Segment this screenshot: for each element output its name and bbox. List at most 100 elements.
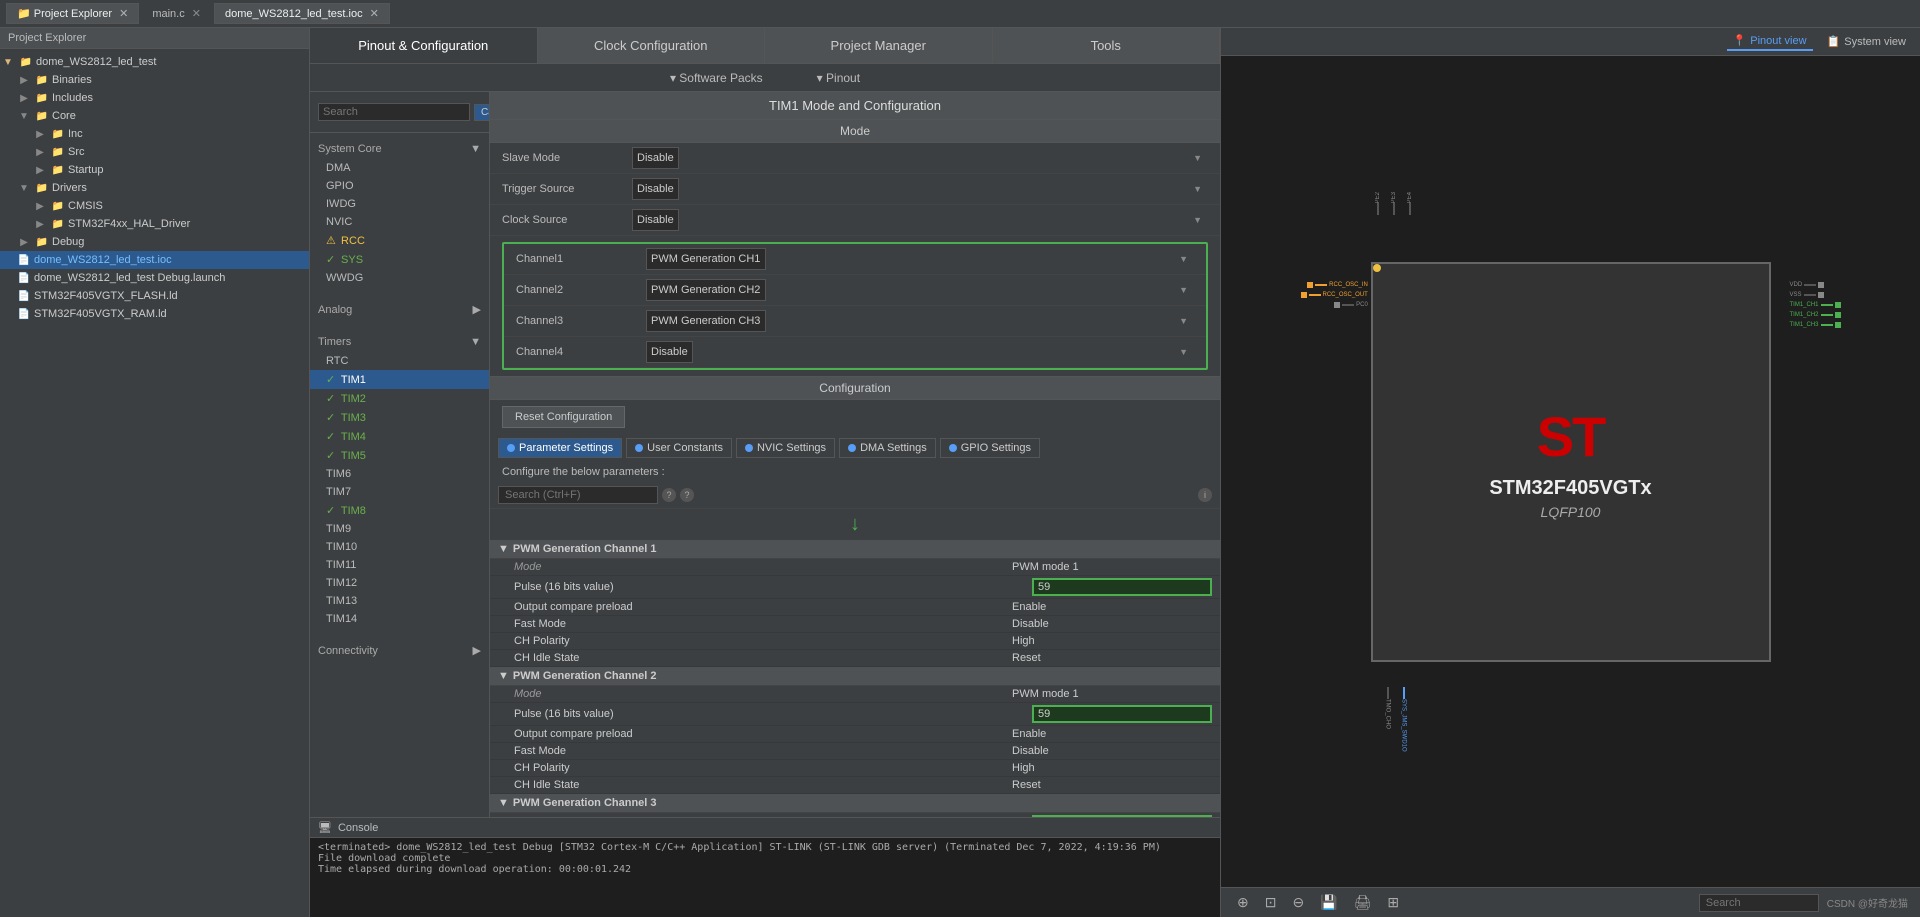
reset-configuration-button[interactable]: Reset Configuration <box>502 406 625 428</box>
channel2-select[interactable]: PWM Generation CH2 <box>646 279 766 301</box>
param-group-ch1-header[interactable]: ▼ PWM Generation Channel 1 <box>490 540 1220 559</box>
channel3-select-wrapper: PWM Generation CH3 <box>646 310 1194 332</box>
right-panel-tabs: 📍 Pinout view 📋 System view <box>1221 28 1920 56</box>
cat-item-gpio[interactable]: GPIO <box>310 177 489 195</box>
tree-item-src[interactable]: ▶ 📁 Src <box>0 143 309 161</box>
cat-item-tim4[interactable]: ✓ TIM4 <box>310 427 489 446</box>
tree-item-cmsis[interactable]: ▶ 📁 CMSIS <box>0 197 309 215</box>
cat-item-tim14[interactable]: TIM14 <box>310 610 489 628</box>
search-toolbar-input[interactable] <box>1699 894 1819 912</box>
cat-item-iwdg[interactable]: IWDG <box>310 195 489 213</box>
cat-item-tim6[interactable]: TIM6 <box>310 465 489 483</box>
configuration-header: Configuration <box>490 377 1220 400</box>
tab-dma-settings[interactable]: DMA Settings <box>839 438 936 458</box>
tree-item-inc[interactable]: ▶ 📁 Inc <box>0 125 309 143</box>
cat-item-tim8[interactable]: ✓ TIM8 <box>310 501 489 520</box>
sub-tab-software-packs[interactable]: ▾ Software Packs <box>658 67 775 89</box>
tree-item-includes[interactable]: ▶ 📁 Includes <box>0 89 309 107</box>
tree-item-core[interactable]: ▼ 📁 Core <box>0 107 309 125</box>
cat-item-tim10[interactable]: TIM10 <box>310 538 489 556</box>
param-help-icon[interactable]: i <box>1198 488 1212 502</box>
clock-source-select[interactable]: Disable <box>632 209 679 231</box>
tree-item-debug[interactable]: ▶ 📁 Debug <box>0 233 309 251</box>
slave-mode-select[interactable]: Disable <box>632 147 679 169</box>
cat-item-tim5[interactable]: ✓ TIM5 <box>310 446 489 465</box>
param-ch1-pulse-input[interactable] <box>1032 578 1212 596</box>
tree-item-launch[interactable]: 📄 dome_WS2812_led_test Debug.launch <box>0 269 309 287</box>
main-c-tab[interactable]: main.c ✕ <box>141 3 212 24</box>
tab-pinout-config[interactable]: Pinout & Configuration <box>310 28 538 63</box>
param-search-input[interactable] <box>498 486 658 504</box>
sub-tab-pinout[interactable]: ▾ Pinout <box>805 67 872 89</box>
categories-search-input[interactable] <box>318 103 470 121</box>
tab-parameter-settings[interactable]: Parameter Settings <box>498 438 622 458</box>
tim1-check-icon: ✓ <box>326 373 338 386</box>
fit-screen-button[interactable]: ⊡ <box>1261 892 1281 913</box>
param-group-ch2-header[interactable]: ▼ PWM Generation Channel 2 <box>490 667 1220 686</box>
tab-pinout-view[interactable]: 📍 Pinout view <box>1727 32 1813 51</box>
param-info-icon[interactable]: ? <box>662 488 676 502</box>
tree-area[interactable]: ▼ 📁 dome_WS2812_led_test ▶ 📁 Binaries ▶ … <box>0 49 309 917</box>
channel1-select[interactable]: PWM Generation CH1 <box>646 248 766 270</box>
tree-item-ram-ld[interactable]: 📄 STM32F405VGTX_RAM.ld <box>0 305 309 323</box>
tree-item-project[interactable]: ▼ 📁 dome_WS2812_led_test <box>0 53 309 71</box>
startup-folder-icon: 📁 <box>50 162 66 178</box>
cat-item-tim2[interactable]: ✓ TIM2 <box>310 389 489 408</box>
analog-header[interactable]: Analog ▶ <box>310 299 489 320</box>
drivers-expand-icon: ▼ <box>16 180 32 196</box>
tree-item-binaries[interactable]: ▶ 📁 Binaries <box>0 71 309 89</box>
trigger-source-select[interactable]: Disable <box>632 178 679 200</box>
cat-item-sys[interactable]: ✓ SYS <box>310 250 489 269</box>
categories-btn[interactable]: Categories <box>474 104 490 121</box>
cat-item-wwdg[interactable]: WWDG <box>310 269 489 287</box>
cat-item-dma[interactable]: DMA <box>310 159 489 177</box>
channel3-select[interactable]: PWM Generation CH3 <box>646 310 766 332</box>
cat-item-nvic[interactable]: NVIC <box>310 213 489 231</box>
param-ch2-pulse-input[interactable] <box>1032 705 1212 723</box>
tree-item-startup[interactable]: ▶ 📁 Startup <box>0 161 309 179</box>
chip-body: ST STM32F405VGTx LQFP100 <box>1371 262 1771 662</box>
cat-item-rcc[interactable]: ⚠ RCC <box>310 231 489 250</box>
close-project-icon[interactable]: ✕ <box>119 8 128 20</box>
grid-button[interactable]: ⊞ <box>1383 892 1403 913</box>
zoom-out-button[interactable]: ⊖ <box>1288 892 1308 913</box>
close-ioc-icon[interactable]: ✕ <box>370 8 379 20</box>
cat-item-tim1[interactable]: ✓ TIM1 <box>310 370 489 389</box>
cat-item-tim3[interactable]: ✓ TIM3 <box>310 408 489 427</box>
cat-item-tim13[interactable]: TIM13 <box>310 592 489 610</box>
param-group-ch3-header[interactable]: ▼ PWM Generation Channel 3 <box>490 794 1220 813</box>
tab-nvic-settings[interactable]: NVIC Settings <box>736 438 835 458</box>
save-image-button[interactable]: 💾 <box>1316 892 1341 913</box>
tab-system-view[interactable]: 📋 System view <box>1821 33 1912 50</box>
sys-check-icon: ✓ <box>326 253 338 266</box>
debug-expand-icon: ▶ <box>16 234 32 250</box>
param-info2-icon[interactable]: ? <box>680 488 694 502</box>
print-button[interactable]: 🖨 <box>1350 892 1376 913</box>
tree-item-ioc-file[interactable]: 📄 dome_WS2812_led_test.ioc <box>0 251 309 269</box>
tab-project-manager[interactable]: Project Manager <box>765 28 993 63</box>
system-core-header[interactable]: System Core ▼ <box>310 139 489 159</box>
tree-item-drivers[interactable]: ▼ 📁 Drivers <box>0 179 309 197</box>
console-line-3: Time elapsed during download operation: … <box>318 864 1212 875</box>
pin-right-vdd: VDD <box>1789 282 1840 288</box>
tree-item-hal-driver[interactable]: ▶ 📁 STM32F4xx_HAL_Driver <box>0 215 309 233</box>
zoom-in-button[interactable]: ⊕ <box>1233 892 1253 913</box>
channel4-select[interactable]: Disable <box>646 341 693 363</box>
close-main-c-icon[interactable]: ✕ <box>192 8 201 20</box>
tree-item-flash-ld[interactable]: 📄 STM32F405VGTX_FLASH.ld <box>0 287 309 305</box>
connectivity-header[interactable]: Connectivity ▶ <box>310 640 489 661</box>
tab-gpio-settings[interactable]: GPIO Settings <box>940 438 1040 458</box>
param-ch1-polarity-label: CH Polarity <box>498 635 1012 647</box>
tab-clock-config[interactable]: Clock Configuration <box>538 28 766 63</box>
tab-user-constants[interactable]: User Constants <box>626 438 732 458</box>
cat-item-tim11[interactable]: TIM11 <box>310 556 489 574</box>
project-explorer-tab[interactable]: 📁 Project Explorer ✕ <box>6 3 139 24</box>
cat-item-tim12[interactable]: TIM12 <box>310 574 489 592</box>
ioc-tab[interactable]: dome_WS2812_led_test.ioc ✕ <box>214 3 390 24</box>
cat-item-rtc[interactable]: RTC <box>310 352 489 370</box>
tab-tools[interactable]: Tools <box>993 28 1221 63</box>
timers-header[interactable]: Timers ▼ <box>310 332 489 352</box>
project-icon: 📁 <box>17 8 31 20</box>
cat-item-tim7[interactable]: TIM7 <box>310 483 489 501</box>
cat-item-tim9[interactable]: TIM9 <box>310 520 489 538</box>
